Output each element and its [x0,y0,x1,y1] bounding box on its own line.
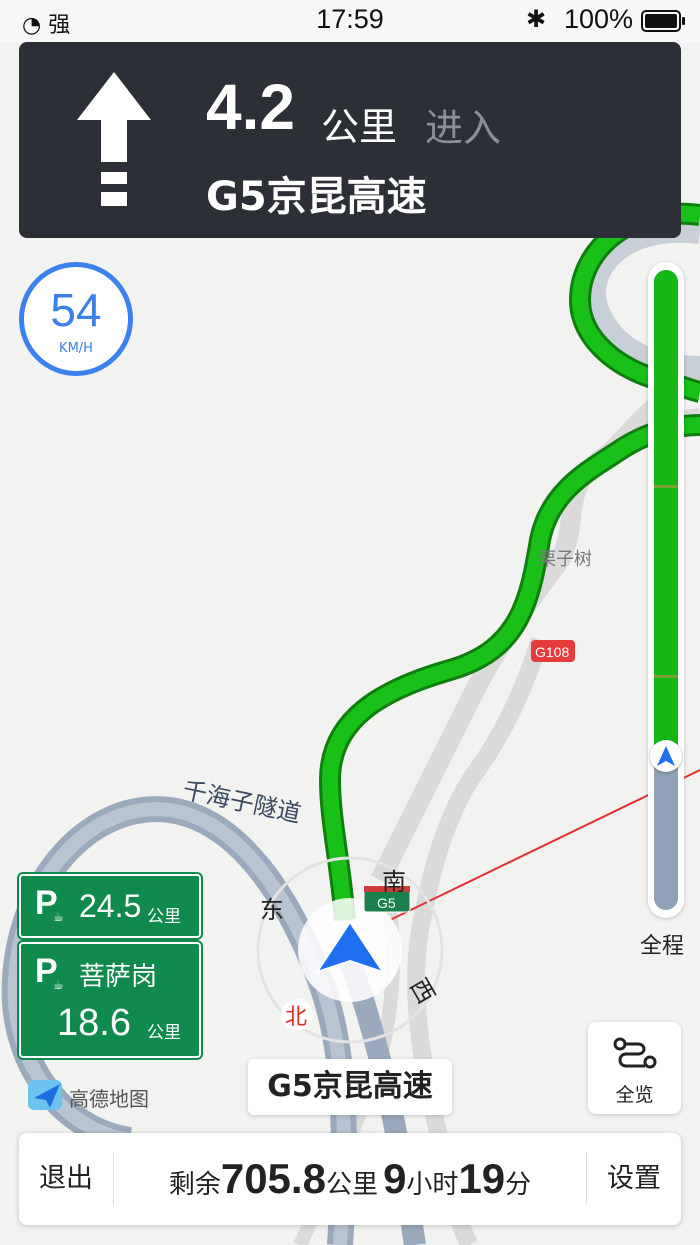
next-road-name: G5京昆高速 [206,174,427,220]
exit-button[interactable]: 退出 [19,1133,113,1225]
progress-track [654,270,678,910]
cup-icon: ☕ [53,978,64,992]
route-overview-icon [613,1037,657,1069]
minutes-unit: 分 [505,1170,532,1200]
logo-text: 高德地图 [69,1087,149,1111]
service-area-distance: 18.6 [57,1002,131,1044]
compass-east: 东 [260,896,284,924]
service-area-distance: 24.5 [79,888,142,924]
route-progress-bar[interactable] [648,262,684,918]
status-bar: ◔ 强 17:59 ✱ 100% [0,0,700,42]
battery-percent: 100% [564,4,634,34]
progress-car-icon [650,740,682,772]
amap-logo-icon [28,1080,62,1110]
overview-label: 全览 [615,1084,654,1106]
bluetooth-icon: ✱ [526,5,547,33]
progress-fill [654,270,678,756]
amap-logo: 高德地图 [28,1078,158,1114]
service-area-unit: 公里 [147,907,181,927]
overview-button[interactable]: 全览 [588,1022,681,1114]
hours-unit: 小时 [406,1170,459,1200]
progress-marker [654,485,678,488]
remaining-distance: 705.8 [220,1155,326,1202]
speed-indicator: 54 KM/H [19,262,133,376]
g5-shield: G5 [377,895,396,911]
remaining-minutes: 19 [458,1155,506,1202]
turn-distance: 4.2 [206,71,295,143]
speed-value: 54 [50,284,102,336]
battery-icon [641,10,685,32]
turn-instruction-panel: 4.2 公里 进入 G5京昆高速 [19,42,681,238]
service-area-name: 菩萨岗 [79,962,158,992]
straight-arrow-icon [77,72,151,206]
compass-south: 南 [382,868,406,896]
service-area-sign[interactable]: P ☕ 菩萨岗 18.6 公里 [17,940,203,1060]
compass-north: 北 [285,1005,307,1030]
progress-label: 全程 [640,934,685,959]
bottom-bar: 退出 剩余705.8公里 9小时19分 设置 [19,1133,681,1225]
remaining-info: 剩余705.8公里 9小时19分 [114,1133,586,1225]
service-area-sign[interactable]: P ☕ 24.5 公里 [17,872,203,940]
progress-marker [654,675,678,678]
turn-distance-unit: 公里 [321,105,398,149]
speed-unit: KM/H [59,341,93,356]
settings-button[interactable]: 设置 [587,1133,681,1225]
turn-action: 进入 [425,106,502,150]
remaining-distance-unit: 公里 [325,1170,378,1200]
cup-icon: ☕ [53,910,64,924]
g108-shield: G108 [535,644,569,660]
remaining-prefix: 剩余 [168,1170,221,1200]
service-area-unit: 公里 [147,1023,181,1043]
village-label: 栗子树 [538,549,592,570]
remaining-hours: 9 [383,1155,407,1202]
current-road-label: G5京昆高速 [248,1059,452,1115]
